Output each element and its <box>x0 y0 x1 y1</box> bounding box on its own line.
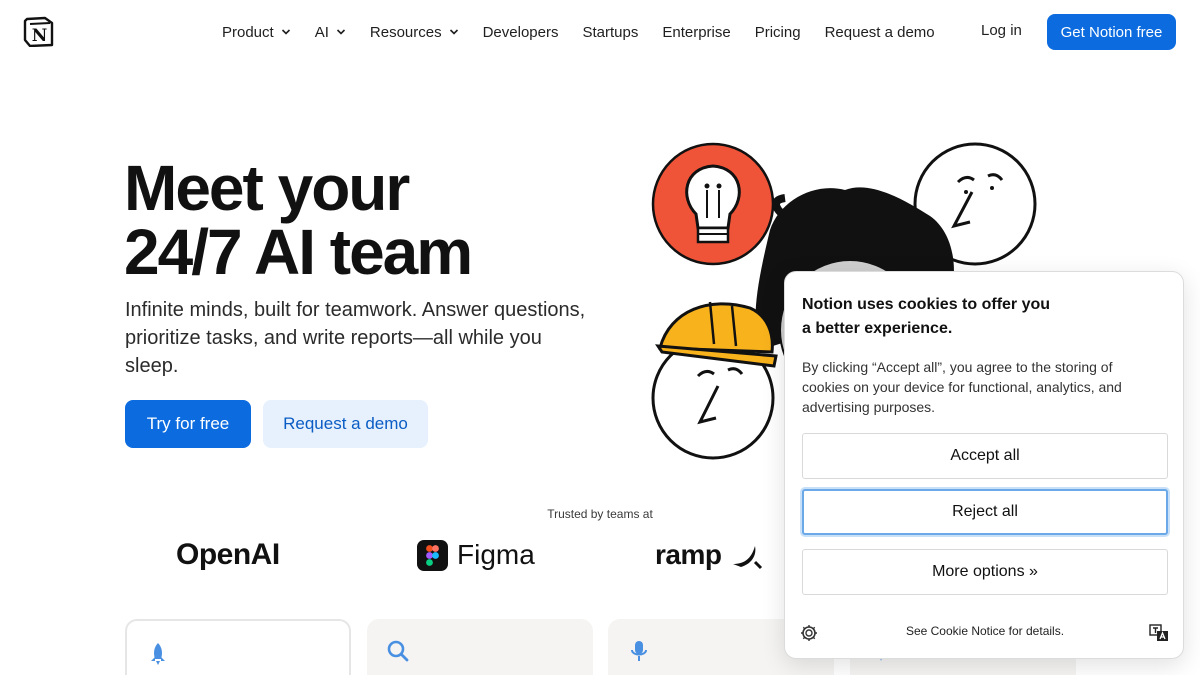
translate-icon[interactable] <box>1149 624 1169 642</box>
chevron-down-icon <box>449 29 458 35</box>
top-navigation: N Product AI Resources Developers Startups En… <box>0 0 1200 64</box>
nav-item-label: Startups <box>582 23 639 41</box>
notion-logo-icon[interactable]: N <box>23 16 54 47</box>
nav-links: Product AI Resources Developers Startups Ente… <box>222 22 959 42</box>
openai-logo: OpenAI <box>176 538 280 571</box>
lightbulb-icon <box>651 142 775 266</box>
hero-title-line-2: 24/7 AI team <box>124 216 473 288</box>
ramp-mark-icon <box>733 546 763 570</box>
nav-item-resources[interactable]: Resources <box>370 24 459 41</box>
chevron-down-icon <box>336 29 345 35</box>
nav-item-label: Request a demo <box>824 23 935 41</box>
nav-item-startups[interactable]: Startups <box>582 24 638 41</box>
more-options-button[interactable]: More options » <box>802 549 1168 595</box>
nav-item-label: Pricing <box>754 23 801 41</box>
nav-item-pricing[interactable]: Pricing <box>755 24 801 41</box>
nav-item-label: AI <box>314 23 329 41</box>
figma-wordmark: Figma <box>457 539 535 570</box>
feature-card-1[interactable] <box>125 619 351 675</box>
try-for-free-button[interactable]: Try for free <box>125 400 251 448</box>
request-demo-button[interactable]: Request a demo <box>263 400 428 448</box>
login-link[interactable]: Log in <box>981 22 1022 39</box>
reject-all-button[interactable]: Reject all <box>802 489 1168 535</box>
hero-subtitle: Infinite minds, built for teamwork. Answ… <box>125 299 586 377</box>
cookie-title: Notion uses cookies to offer you a bette… <box>802 296 1051 337</box>
ramp-wordmark: ramp <box>655 539 722 570</box>
nav-item-product[interactable]: Product <box>222 24 291 41</box>
face-hardhat-icon <box>651 301 778 460</box>
cookie-description: By clicking “Accept all”, you agree to t… <box>802 359 1122 415</box>
feature-card-2[interactable] <box>367 619 593 675</box>
nav-item-request-a-demo[interactable]: Request a demo <box>825 24 935 41</box>
nav-item-label: Developers <box>482 23 559 41</box>
accept-all-button[interactable]: Accept all <box>802 433 1168 479</box>
chevron-down-icon <box>281 29 290 35</box>
nav-item-developers[interactable]: Developers <box>483 24 559 41</box>
svg-text:N: N <box>32 26 48 46</box>
nav-item-label: Enterprise <box>662 23 731 41</box>
microphone-icon <box>631 641 647 661</box>
nav-item-label: Product <box>222 23 274 41</box>
hero-title: Meet your 24/7 AI team <box>124 152 473 288</box>
cookie-consent-dialog: Notion uses cookies to offer you a bette… <box>784 271 1184 659</box>
figma-logo: Figma <box>417 535 535 575</box>
nav-item-label: Resources <box>369 23 442 41</box>
get-notion-free-button[interactable]: Get Notion free <box>1047 14 1176 50</box>
nav-item-enterprise[interactable]: Enterprise <box>662 24 730 41</box>
hero-title-line-1: Meet your <box>124 152 410 224</box>
rocket-icon <box>151 643 165 665</box>
cookie-notice-link[interactable]: See Cookie Notice for details. <box>785 624 1185 638</box>
search-icon <box>387 640 409 662</box>
nav-item-ai[interactable]: AI <box>315 24 346 41</box>
ramp-logo: ramp <box>655 535 763 575</box>
figma-icon <box>417 539 448 571</box>
